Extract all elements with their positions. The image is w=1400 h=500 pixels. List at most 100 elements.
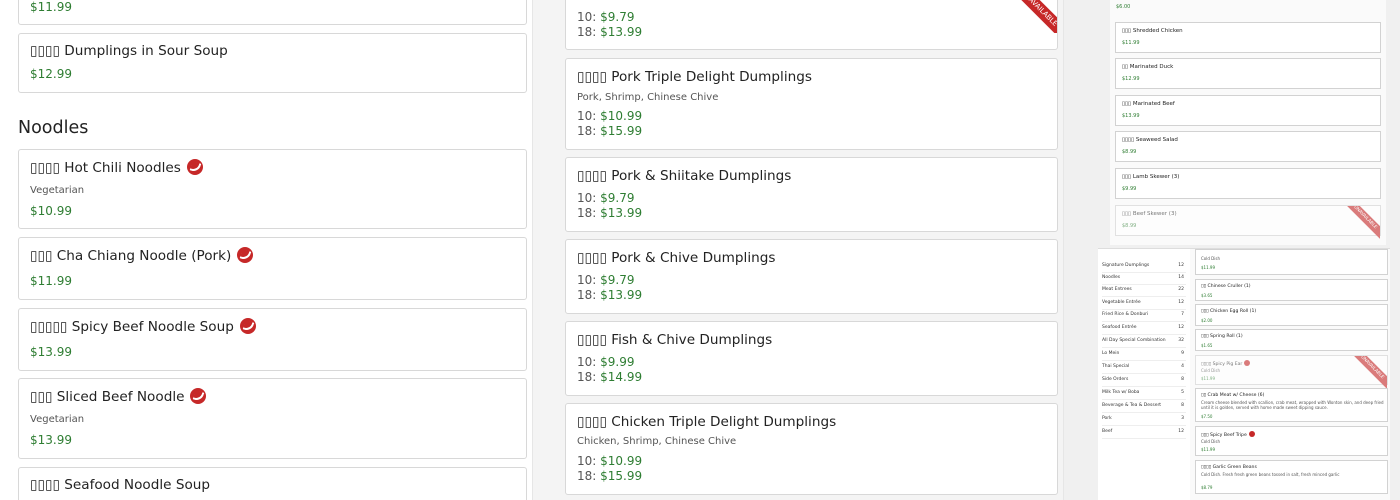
thumb-category: Beverage & Tea & Dessert 8 bbox=[1102, 401, 1186, 413]
thumb-category-list: Signature Dumplings 12 Noodles 14 Meat Ent… bbox=[1098, 249, 1190, 500]
thumb-item-price: $12.99 bbox=[1122, 76, 1140, 82]
price-18: $13.99 bbox=[600, 25, 643, 39]
thumb-item-card: ▯▯ Chinese Cruller (1) $3.65 bbox=[1195, 279, 1388, 301]
thumb-category: Fried Rice & Donburi 7 bbox=[1102, 310, 1186, 322]
price-10: $9.79 bbox=[600, 191, 635, 205]
thumb-item-name: ▯▯▯ Marinated Beef bbox=[1122, 101, 1175, 107]
thumb-category: Thai Special 4 bbox=[1102, 362, 1186, 374]
thumb-item-card-unavailable: ▯▯▯▯ Spicy Pig Ear Cold Dish $11.99 UNAV… bbox=[1195, 355, 1388, 390]
spicy-pepper-icon bbox=[186, 159, 203, 175]
price-18: $15.99 bbox=[600, 469, 643, 483]
price-10: $9.79 bbox=[600, 273, 635, 287]
price-label-10: 10: bbox=[577, 191, 597, 205]
item-title: ▯▯▯▯ Pork Triple Delight Dumplings bbox=[577, 69, 812, 85]
menu-item-card[interactable]: ▯▯▯ Cha Chiang Noodle (Pork) $11.99 bbox=[18, 237, 527, 300]
price-10: $10.99 bbox=[600, 454, 643, 468]
item-title: ▯▯▯▯ Fish & Chive Dumplings bbox=[577, 332, 773, 348]
thumb-item-card: ▯▯▯ Lamb Skewer (3) $9.99 bbox=[1115, 168, 1381, 199]
menu-column-middle: 10: $9.79 18: $13.99 UNAVAILABLE ▯▯▯▯ Po… bbox=[532, 0, 1064, 500]
thumb-item-card: ▯▯▯ Spicy Beef Tripe Cold Dish $11.99 bbox=[1195, 426, 1388, 456]
item-price: $12.99 bbox=[30, 67, 72, 81]
thumb-category: All Day Special Combination 32 bbox=[1102, 336, 1186, 348]
thumb-price: $6.00 bbox=[1116, 4, 1131, 10]
spicy-pepper-icon bbox=[190, 388, 207, 404]
price-18: $13.99 bbox=[600, 206, 643, 220]
thumb-category: Pork 3 bbox=[1102, 414, 1186, 426]
price-label-18: 18: bbox=[577, 25, 597, 39]
unavailable-ribbon: UNAVAILABLE bbox=[1346, 206, 1380, 240]
thumb-item-card: ▯▯▯ Marinated Beef $13.99 bbox=[1115, 95, 1381, 126]
thumb-category: Beef 12 bbox=[1102, 427, 1186, 439]
thumb-item-card: ▯▯▯ Shredded Chicken $11.99 bbox=[1115, 22, 1381, 53]
item-description: Vegetarian bbox=[30, 414, 85, 425]
spicy-pepper-icon bbox=[1244, 360, 1251, 366]
menu-item-card[interactable]: ▯▯▯▯ Hot Chili Noodles Vegetarian $10.99 bbox=[18, 149, 527, 229]
menu-item-card[interactable]: ▯▯▯▯ Dumplings in Sour Soup $12.99 bbox=[18, 33, 527, 93]
item-price: $11.99 bbox=[30, 0, 72, 14]
menu-item-card[interactable]: $11.99 bbox=[18, 0, 527, 25]
menu-item-card[interactable]: ▯▯▯▯ Chicken Triple Delight Dumplings Ch… bbox=[565, 403, 1058, 495]
thumb-item-price: $8.99 bbox=[1122, 149, 1137, 155]
menu-item-card[interactable]: ▯▯▯▯ Pork Triple Delight Dumplings Pork,… bbox=[565, 58, 1058, 150]
price-label-10: 10: bbox=[577, 273, 597, 287]
item-title: ▯▯▯▯ Seafood Noodle Soup bbox=[30, 477, 211, 493]
price-label-18: 18: bbox=[577, 370, 597, 384]
thumb-item-card: ▯▯▯▯ Garlic Green Beans Cold Dish. Fresh… bbox=[1195, 460, 1388, 494]
item-price: $13.99 bbox=[30, 433, 72, 447]
menu-item-card-unavailable[interactable]: 10: $9.79 18: $13.99 UNAVAILABLE bbox=[565, 0, 1058, 50]
preview-column-right: $6.00 ▯▯▯ Shredded Chicken $11.99 ▯▯ Mar… bbox=[1064, 0, 1400, 500]
thumb-item-name: ▯▯▯ Shredded Chicken bbox=[1122, 28, 1183, 34]
menu-column-left: $11.99 ▯▯▯▯ Dumplings in Sour Soup $12.9… bbox=[0, 0, 532, 500]
preview-thumbnail-cold-dishes[interactable]: $6.00 ▯▯▯ Shredded Chicken $11.99 ▯▯ Mar… bbox=[1110, 0, 1386, 245]
thumb-item-price: $8.99 bbox=[1122, 223, 1137, 229]
spicy-pepper-icon bbox=[237, 247, 254, 263]
menu-item-card[interactable]: ▯▯▯▯ Pork & Chive Dumplings 10: $9.79 18… bbox=[565, 239, 1058, 314]
thumb-item-price: $11.99 bbox=[1122, 40, 1140, 46]
thumb-item-price: $9.99 bbox=[1122, 186, 1137, 192]
thumb-item-card: ▯▯▯ Chicken Egg Roll (1) $2.00 bbox=[1195, 304, 1388, 326]
price-18: $13.99 bbox=[600, 288, 643, 302]
thumb-category: Meat Entrees 22 bbox=[1102, 285, 1186, 297]
thumb-item-card: ▯▯ Crab Meat w/ Cheese (6) Cream cheese … bbox=[1195, 388, 1388, 422]
thumb-category: Seafood Entrée 12 bbox=[1102, 323, 1186, 335]
thumb-category: Vegetable Entrée 12 bbox=[1102, 298, 1186, 310]
thumb-item-card-unavailable: ▯▯▯ Beef Skewer (3) $8.99 UNAVAILABLE bbox=[1115, 205, 1381, 240]
price-label-18: 18: bbox=[577, 124, 597, 138]
thumb-category: Signature Dumplings 12 bbox=[1102, 261, 1186, 273]
item-description: Pork, Shrimp, Chinese Chive bbox=[577, 92, 719, 103]
price-10: $9.99 bbox=[600, 355, 635, 369]
thumb-item-name: ▯▯▯ Lamb Skewer (3) bbox=[1122, 174, 1180, 180]
menu-item-card[interactable]: ▯▯▯▯▯ Spicy Beef Noodle Soup $13.99 bbox=[18, 308, 527, 371]
price-label-18: 18: bbox=[577, 288, 597, 302]
thumb-item-card: ▯▯▯ Spring Roll (1) $1.65 bbox=[1195, 329, 1388, 351]
price-18: $15.99 bbox=[600, 124, 643, 138]
section-heading-noodles: Noodles bbox=[18, 118, 89, 138]
unavailable-ribbon: UNAVAILABLE bbox=[1353, 356, 1387, 390]
menu-item-card[interactable]: ▯▯▯▯ Pork & Shiitake Dumplings 10: $9.79… bbox=[565, 157, 1058, 232]
thumb-item-price: $13.99 bbox=[1122, 113, 1140, 119]
menu-item-card[interactable]: ▯▯▯▯ Fish & Chive Dumplings 10: $9.99 18… bbox=[565, 321, 1058, 396]
menu-item-card[interactable]: ▯▯▯ Sliced Beef Noodle Vegetarian $13.99 bbox=[18, 378, 527, 459]
item-title: ▯▯▯▯ Dumplings in Sour Soup bbox=[30, 43, 228, 59]
price-label-18: 18: bbox=[577, 469, 597, 483]
item-title: ▯▯▯▯ Chicken Triple Delight Dumplings bbox=[577, 414, 837, 430]
item-title: ▯▯▯▯▯ Spicy Beef Noodle Soup bbox=[30, 319, 234, 335]
item-price: $11.99 bbox=[30, 274, 72, 288]
price-10: $9.79 bbox=[600, 10, 635, 24]
item-title: ▯▯▯▯ Hot Chili Noodles bbox=[30, 160, 181, 176]
preview-thumbnail-category-menu[interactable]: Signature Dumplings 12 Noodles 14 Meat Ent… bbox=[1098, 248, 1390, 500]
item-price: $10.99 bbox=[30, 204, 72, 218]
menu-item-card[interactable]: ▯▯▯▯ Seafood Noodle Soup bbox=[18, 467, 527, 500]
price-label-10: 10: bbox=[577, 109, 597, 123]
item-title: ▯▯▯ Cha Chiang Noodle (Pork) bbox=[30, 248, 232, 264]
price-label-10: 10: bbox=[577, 454, 597, 468]
item-description: Vegetarian bbox=[30, 185, 85, 196]
price-label-10: 10: bbox=[577, 10, 597, 24]
price-label-10: 10: bbox=[577, 355, 597, 369]
menu-page: $11.99 ▯▯▯▯ Dumplings in Sour Soup $12.9… bbox=[0, 0, 1400, 500]
thumb-item-name: ▯▯ Marinated Duck bbox=[1122, 64, 1174, 70]
thumb-category: Milk Tea w/ Boba 5 bbox=[1102, 388, 1186, 400]
thumb-item-name: ▯▯▯▯ Seaweed Salad bbox=[1122, 137, 1178, 143]
thumb-card-list: Cold Dish $11.99 ▯▯ Chinese Cruller (1) … bbox=[1195, 249, 1388, 500]
thumb-item-card: Cold Dish $11.99 bbox=[1195, 249, 1388, 275]
